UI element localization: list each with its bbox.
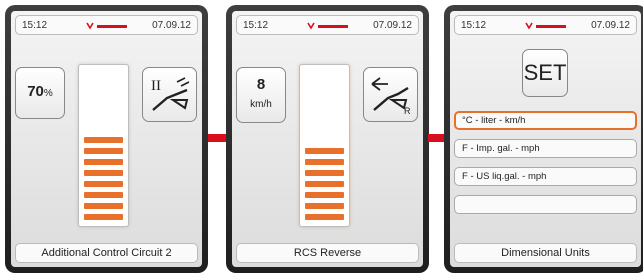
icon-subscript: R (404, 106, 411, 116)
level-segment (305, 170, 344, 176)
function-icon-tile[interactable]: R (363, 67, 418, 122)
status-date: 07.09.12 (591, 20, 630, 31)
set-label: SET (523, 60, 567, 85)
rcs-reverse-icon: R (370, 76, 411, 116)
level-segment (305, 148, 344, 154)
level-segment (84, 148, 123, 154)
level-segment (305, 203, 344, 209)
level-segment (84, 203, 123, 209)
brand-logo (85, 22, 127, 30)
value-number: 8 (256, 76, 266, 93)
display-panel-circuit: 15:12 07.09.12 70% II Additional Control… (5, 5, 208, 273)
display-screen: 15:12 07.09.12 70% II Additional Control… (11, 11, 202, 267)
brand-logo (306, 22, 348, 30)
level-segment (305, 192, 344, 198)
function-label: Dimensional Units (454, 243, 637, 263)
display-panel-rcs: 15:12 07.09.12 8 km/h R RCS Reverse (226, 5, 429, 273)
brand-logo (524, 22, 566, 30)
level-segment (84, 214, 123, 220)
status-time: 15:12 (461, 20, 487, 31)
value-unit: km/h (250, 99, 272, 110)
hydraulic-circuit-2-icon: II (151, 76, 189, 111)
level-segment (84, 170, 123, 176)
status-bar: 15:12 07.09.12 (236, 15, 419, 35)
level-segment (84, 137, 123, 143)
level-segment (84, 192, 123, 198)
status-date: 07.09.12 (373, 20, 412, 31)
status-bar: 15:12 07.09.12 (454, 15, 637, 35)
status-time: 15:12 (243, 20, 269, 31)
display-screen: 15:12 07.09.12 SET °C - liter - km/h F -… (450, 11, 641, 267)
level-segment (84, 159, 123, 165)
icon-roman-numeral: II (151, 78, 161, 94)
value-unit: % (43, 88, 53, 99)
display-screen: 15:12 07.09.12 8 km/h R RCS Reverse (232, 11, 423, 267)
set-button[interactable]: SET (522, 49, 568, 97)
unit-option-metric[interactable]: °C - liter - km/h (454, 111, 637, 130)
unit-option-imperial[interactable]: F - Imp. gal. - mph (454, 139, 637, 158)
value-number: 70 (27, 83, 44, 100)
level-segment (305, 159, 344, 165)
unit-option-us[interactable]: F - US liq.gal. - mph (454, 167, 637, 186)
status-date: 07.09.12 (152, 20, 191, 31)
level-segment (305, 181, 344, 187)
function-label: Additional Control Circuit 2 (15, 243, 198, 263)
level-segment (84, 181, 123, 187)
level-bar (78, 64, 129, 227)
value-tile: 8 km/h (236, 67, 286, 123)
level-segment (305, 214, 344, 220)
display-panel-settings: 15:12 07.09.12 SET °C - liter - km/h F -… (444, 5, 643, 273)
function-label: RCS Reverse (236, 243, 419, 263)
value-tile: 70% (15, 67, 65, 119)
status-time: 15:12 (22, 20, 48, 31)
unit-option-empty[interactable] (454, 195, 637, 214)
level-bar (299, 64, 350, 227)
status-bar: 15:12 07.09.12 (15, 15, 198, 35)
function-icon-tile[interactable]: II (142, 67, 197, 122)
